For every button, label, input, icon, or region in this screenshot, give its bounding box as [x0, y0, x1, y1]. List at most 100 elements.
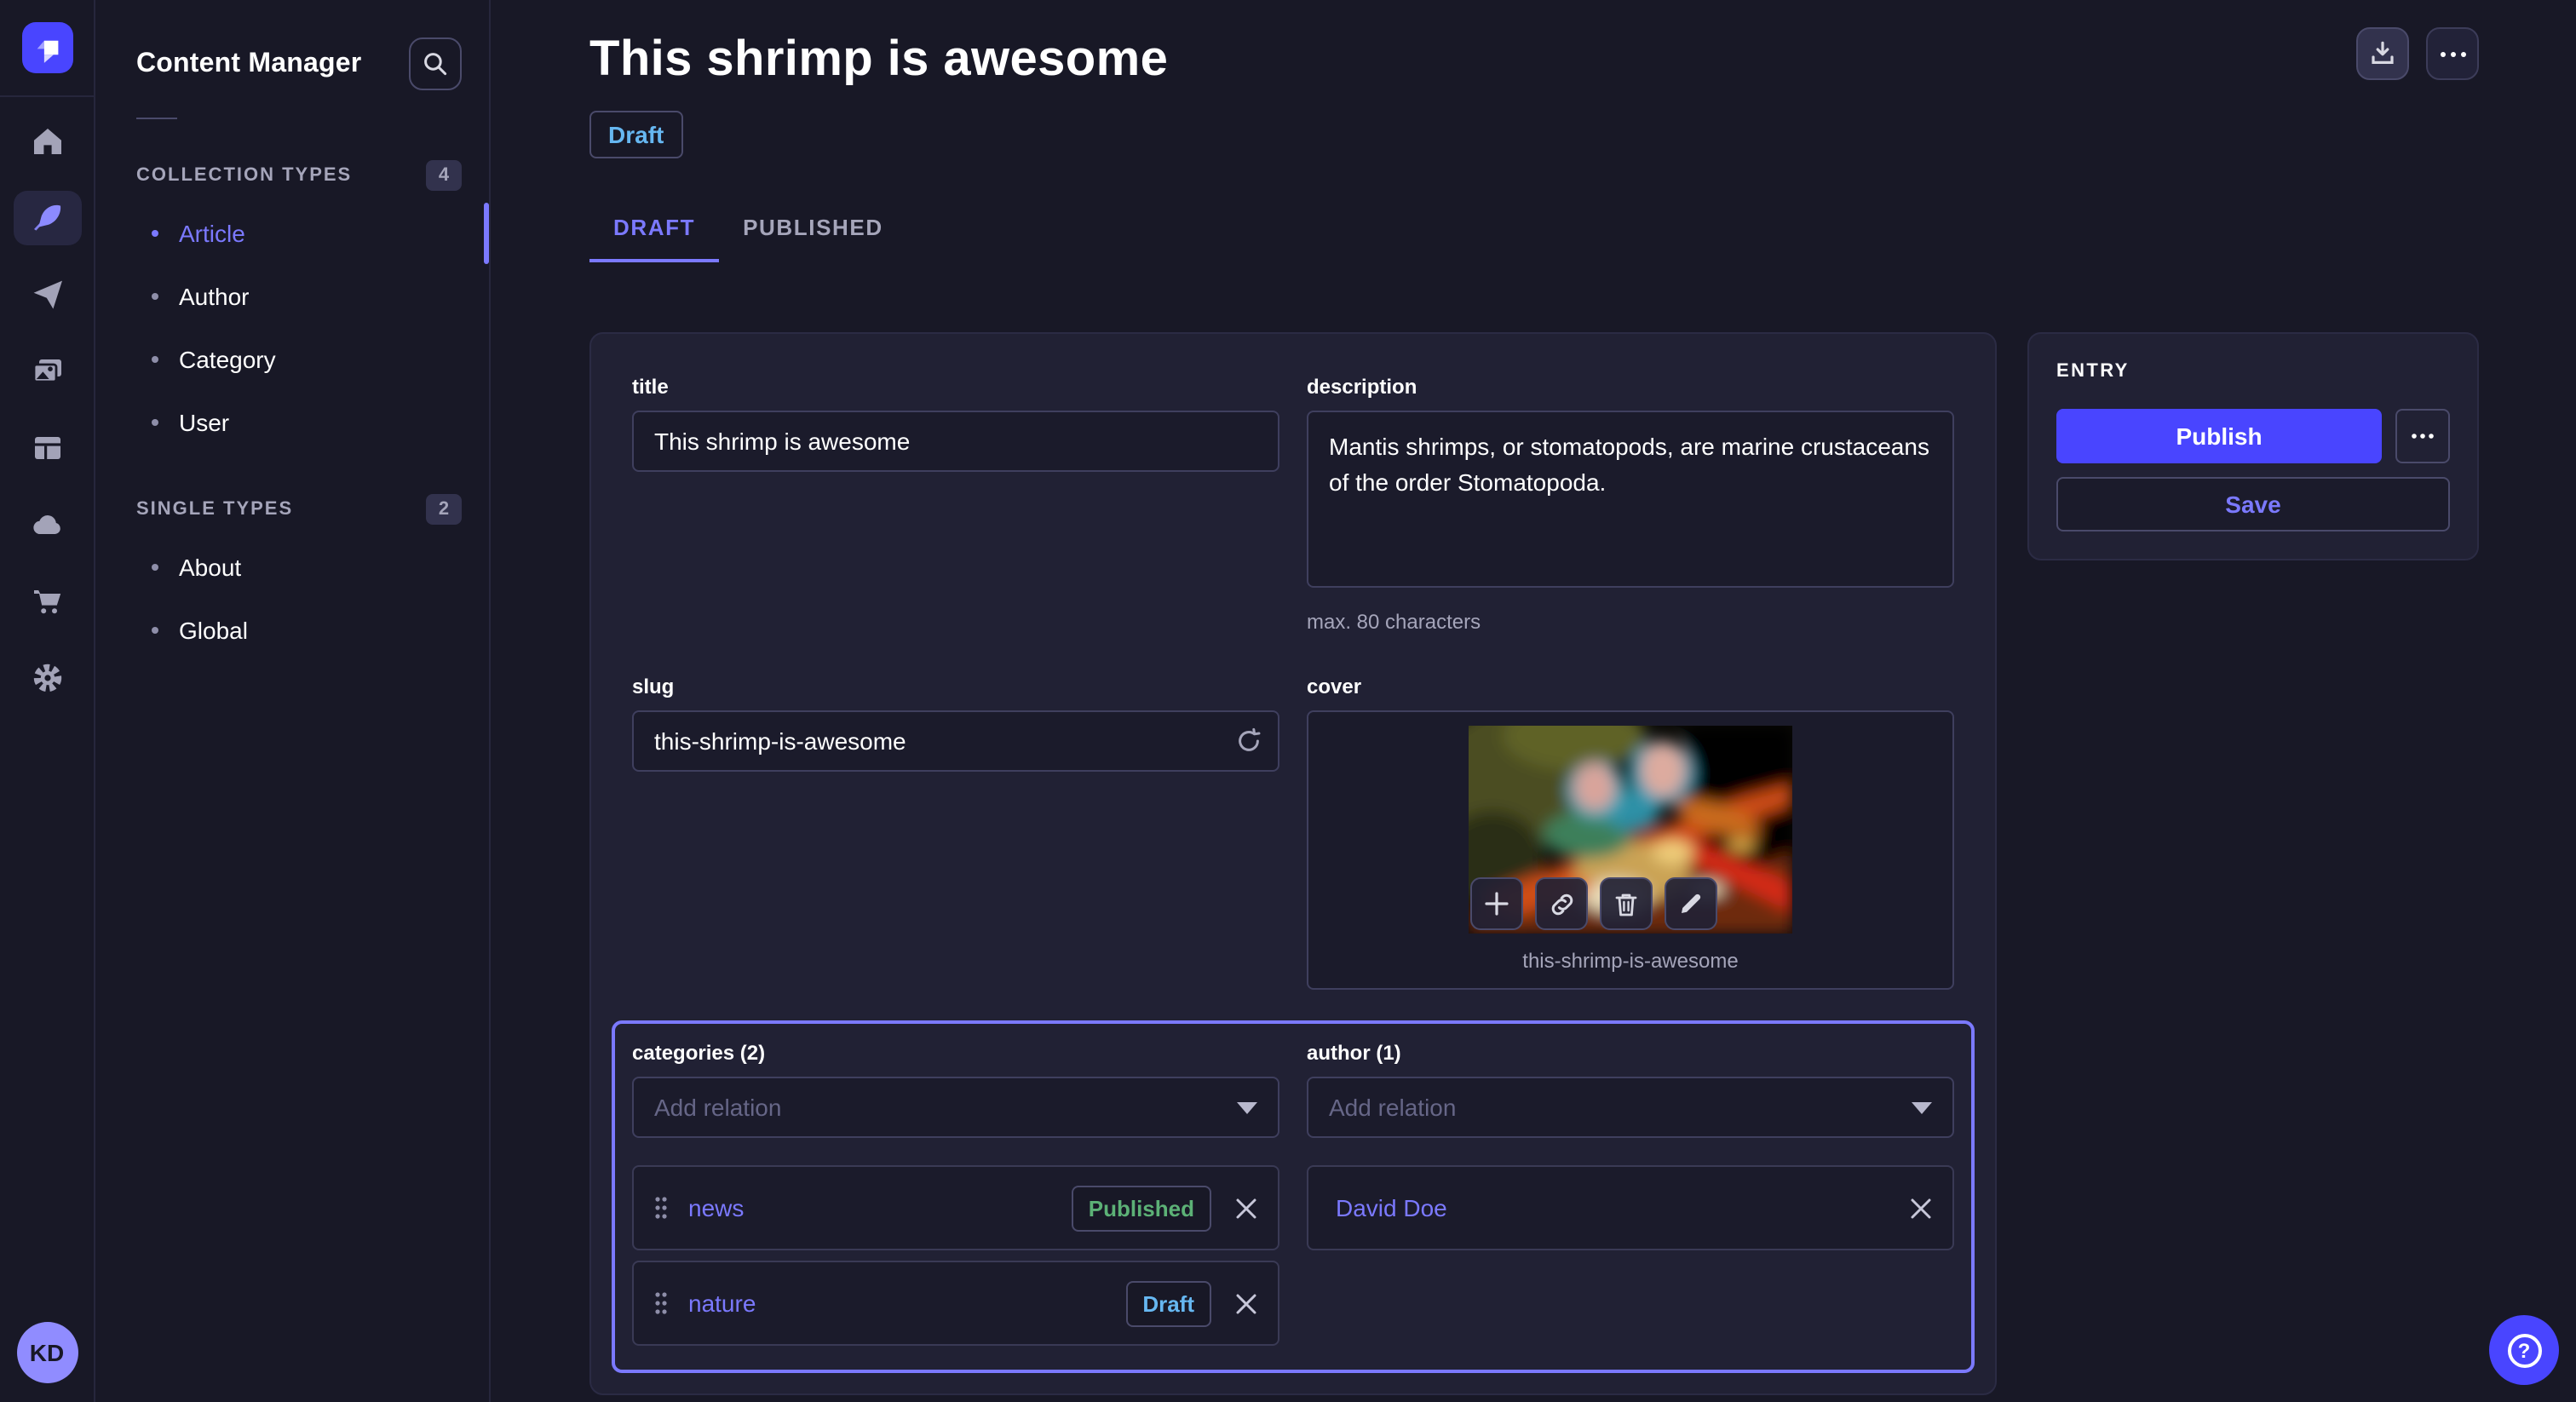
bullet-icon	[152, 418, 158, 425]
relations-group-highlight: categories (2) Add relation news Pub	[612, 1020, 1975, 1373]
relation-item-david-doe: David Doe	[1307, 1165, 1954, 1250]
copy-link-icon	[1548, 890, 1575, 917]
refresh-icon[interactable]	[1235, 727, 1262, 755]
tab-draft[interactable]: DRAFT	[589, 204, 719, 262]
categories-label: categories (2)	[632, 1041, 1279, 1065]
description-textarea[interactable]: Mantis shrimps, or stomatopods, are mari…	[1307, 411, 1954, 588]
categories-relation-select[interactable]: Add relation	[632, 1077, 1279, 1138]
feather-icon[interactable]	[13, 191, 81, 245]
cover-asset-box: this-shrimp-is-awesome	[1307, 710, 1954, 990]
remove-relation-button[interactable]	[1910, 1197, 1932, 1219]
description-field: description Mantis shrimps, or stomatopo…	[1307, 375, 1954, 634]
entry-panel-title: ENTRY	[2056, 361, 2450, 382]
author-relation-select[interactable]: Add relation	[1307, 1077, 1954, 1138]
download-icon	[2368, 39, 2397, 68]
delete-icon	[1613, 890, 1639, 917]
bullet-icon	[152, 355, 158, 362]
cover-actions	[1470, 877, 1717, 930]
edit-icon	[1678, 891, 1704, 916]
slug-input[interactable]	[632, 710, 1279, 772]
cover-caption: this-shrimp-is-awesome	[1522, 949, 1738, 973]
categories-field: categories (2) Add relation news Pub	[632, 1041, 1279, 1346]
title-field: title	[632, 375, 1279, 634]
relation-item-nature: nature Draft	[632, 1261, 1279, 1346]
chevron-down-icon	[1237, 1101, 1257, 1113]
more-options-icon	[2439, 50, 2466, 57]
publish-button[interactable]: Publish	[2056, 409, 2382, 463]
strapi-logo-icon	[28, 29, 66, 66]
cloud-icon[interactable]	[13, 497, 81, 552]
relation-status-badge: Published	[1072, 1185, 1211, 1231]
add-icon	[1484, 891, 1509, 916]
user-avatar[interactable]: KD	[16, 1322, 78, 1383]
search-button[interactable]	[409, 37, 462, 90]
app-window: KD Content Manager COLLECTION TYPES 4 Ar…	[0, 0, 2576, 1402]
sidebar-item-author[interactable]: Author	[95, 264, 489, 327]
send-icon[interactable]	[13, 267, 81, 322]
edit-form-card: title description Mantis shrimps, or sto…	[589, 332, 1997, 1395]
marketplace-cart-icon[interactable]	[13, 574, 81, 629]
sidebar-item-global[interactable]: Global	[95, 598, 489, 661]
relation-item-news: news Published	[632, 1165, 1279, 1250]
slug-label: slug	[632, 675, 1279, 698]
delete-asset-button[interactable]	[1600, 877, 1653, 930]
strapi-logo[interactable]	[21, 22, 72, 73]
sidebar-title: Content Manager	[136, 49, 361, 79]
cover-field: cover	[1307, 675, 1954, 990]
more-options-icon	[2411, 433, 2435, 440]
close-icon	[1910, 1197, 1932, 1219]
relation-link[interactable]: news	[688, 1194, 1072, 1221]
drag-handle-icon[interactable]	[654, 1196, 668, 1220]
sidebar-scrollbar-thumb[interactable]	[484, 203, 489, 264]
remove-relation-button[interactable]	[1235, 1292, 1257, 1314]
download-button[interactable]	[2356, 27, 2409, 80]
rail-nav	[13, 114, 81, 705]
description-helper: max. 80 characters	[1307, 610, 1954, 634]
collection-types-section: COLLECTION TYPES 4 Article Author Catego…	[95, 160, 489, 453]
relation-link[interactable]: David Doe	[1336, 1194, 1886, 1221]
title-input[interactable]	[632, 411, 1279, 472]
edit-asset-button[interactable]	[1665, 877, 1717, 930]
copy-link-button[interactable]	[1535, 877, 1588, 930]
bullet-icon	[152, 292, 158, 299]
main-content: This shrimp is awesome Draft DRAFT PUBLI…	[491, 0, 2576, 1402]
content-type-icon[interactable]	[13, 421, 81, 475]
section-label: SINGLE TYPES	[136, 499, 293, 520]
search-icon	[421, 49, 450, 78]
sidebar-item-article[interactable]: Article	[95, 201, 489, 264]
bullet-icon	[152, 626, 158, 633]
add-asset-button[interactable]	[1470, 877, 1523, 930]
section-label: COLLECTION TYPES	[136, 165, 352, 186]
tab-published[interactable]: PUBLISHED	[719, 204, 907, 262]
relation-link[interactable]: nature	[688, 1290, 1125, 1317]
section-count-badge: 4	[426, 160, 462, 191]
bullet-icon	[152, 229, 158, 236]
save-button[interactable]: Save	[2056, 477, 2450, 531]
sidebar-divider	[136, 118, 177, 119]
section-count-badge: 2	[426, 494, 462, 525]
sidebar-item-category[interactable]: Category	[95, 327, 489, 390]
cover-label: cover	[1307, 675, 1954, 698]
select-placeholder: Add relation	[1329, 1094, 1912, 1121]
content-manager-sidebar: Content Manager COLLECTION TYPES 4 Artic…	[95, 0, 491, 1402]
status-badge: Draft	[589, 111, 682, 158]
relation-status-badge: Draft	[1125, 1280, 1211, 1326]
close-icon	[1235, 1292, 1257, 1314]
question-mark-icon: ?	[2507, 1333, 2541, 1367]
author-label: author (1)	[1307, 1041, 1954, 1065]
home-icon[interactable]	[13, 114, 81, 169]
help-button[interactable]: ?	[2489, 1315, 2559, 1385]
version-tabs: DRAFT PUBLISHED	[589, 204, 2479, 262]
settings-gear-icon[interactable]	[13, 651, 81, 705]
rail-divider	[0, 95, 95, 97]
remove-relation-button[interactable]	[1235, 1197, 1257, 1219]
entry-more-options-button[interactable]	[2395, 409, 2450, 463]
bullet-icon	[152, 563, 158, 570]
drag-handle-icon[interactable]	[654, 1291, 668, 1315]
author-field: author (1) Add relation David Doe	[1307, 1041, 1954, 1250]
more-options-button[interactable]	[2426, 27, 2479, 80]
sidebar-item-user[interactable]: User	[95, 390, 489, 453]
media-icon[interactable]	[13, 344, 81, 399]
sidebar-item-about[interactable]: About	[95, 535, 489, 598]
icon-rail: KD	[0, 0, 95, 1402]
